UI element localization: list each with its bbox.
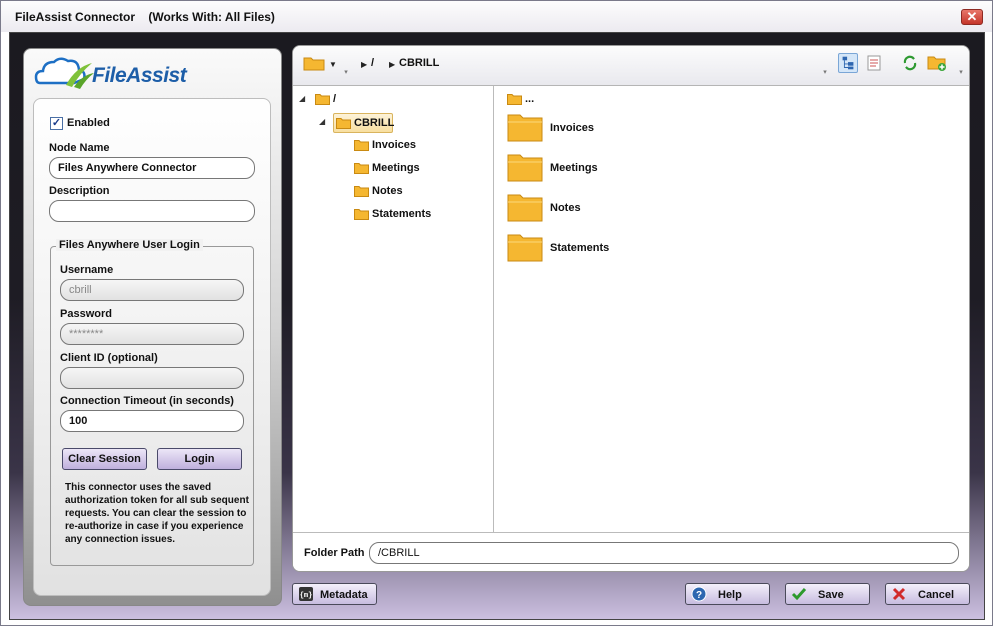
folder-icon xyxy=(315,94,330,105)
login-group-title: Files Anywhere User Login xyxy=(56,239,203,251)
folder-icon xyxy=(354,163,369,174)
close-button[interactable]: ✕ xyxy=(961,9,983,25)
help-icon: ? xyxy=(691,586,707,602)
cloud-logo-icon xyxy=(34,57,94,89)
node-name-field[interactable]: Files Anywhere Connector xyxy=(49,157,255,179)
folder-path-label: Folder Path xyxy=(304,547,365,559)
clear-session-button[interactable]: Clear Session xyxy=(62,448,147,470)
username-label: Username xyxy=(60,264,114,276)
tree-item-meetings[interactable]: Meetings xyxy=(354,159,464,179)
tree-view-icon[interactable] xyxy=(838,53,858,73)
tree-item-root[interactable]: / xyxy=(315,90,375,110)
timeout-label: Connection Timeout (in seconds) xyxy=(60,395,234,407)
tree-item-invoices[interactable]: Invoices xyxy=(354,136,464,156)
breadcrumb-root[interactable]: / xyxy=(371,57,374,69)
tree-item-label: / xyxy=(333,93,337,105)
folder-icon xyxy=(507,154,543,182)
folder-icon xyxy=(354,209,369,220)
collapse-cbrill-icon[interactable]: ◢ xyxy=(319,117,325,126)
tree-item-statements[interactable]: Statements xyxy=(354,205,464,225)
folder-icon xyxy=(507,194,543,222)
description-label: Description xyxy=(49,185,110,197)
breadcrumb-cbrill[interactable]: CBRILL xyxy=(399,57,439,69)
node-name-label: Node Name xyxy=(49,142,110,154)
tree-item-label: Invoices xyxy=(372,139,417,151)
list-item-statements[interactable]: Statements xyxy=(507,232,707,268)
list-item-label: Notes xyxy=(550,202,581,214)
tree-item-label: Notes xyxy=(372,185,403,197)
session-note: This connector uses the saved authorizat… xyxy=(65,482,249,545)
folder-menu-icon[interactable] xyxy=(303,55,325,71)
details-view-icon[interactable] xyxy=(864,53,884,73)
login-button[interactable]: Login xyxy=(157,448,242,470)
folder-icon xyxy=(507,114,543,142)
close-icon: ✕ xyxy=(966,9,978,24)
cancel-label: Cancel xyxy=(918,589,955,601)
browser-toolbar: ▼ ▾ ▶ / ▶ CBRILL ▾ ▾ xyxy=(293,46,969,86)
client-id-label: Client ID (optional) xyxy=(60,352,158,364)
window-title: FileAssist Connector (Works With: All Fi… xyxy=(15,10,275,24)
cancel-button[interactable]: Cancel xyxy=(885,583,970,605)
x-icon xyxy=(892,587,906,601)
description-field[interactable] xyxy=(49,200,255,222)
folder-path-bar: Folder Path /CBRILL xyxy=(293,532,969,571)
check-icon xyxy=(791,588,807,601)
file-browser: ▼ ▾ ▶ / ▶ CBRILL ▾ ▾ ◢ / ◢ CBRILL Invoic… xyxy=(292,45,970,572)
folder-contents: ... Invoices Meetings Notes Statements xyxy=(495,86,969,532)
list-item-label: Invoices xyxy=(550,122,595,134)
tree-item-cbrill[interactable]: CBRILL xyxy=(333,113,395,133)
folder-tree: ◢ / ◢ CBRILL Invoices Meetings Notes Sta… xyxy=(293,86,494,532)
title-bar: FileAssist Connector (Works With: All Fi… xyxy=(1,1,992,32)
enabled-checkbox[interactable]: ✓ xyxy=(50,117,63,130)
list-item-notes[interactable]: Notes xyxy=(507,192,707,228)
new-folder-icon[interactable] xyxy=(927,53,947,73)
tree-item-label: Meetings xyxy=(372,162,420,174)
folder-icon xyxy=(507,234,543,262)
save-button[interactable]: Save xyxy=(785,583,870,605)
chevron-down-icon[interactable]: ▼ xyxy=(329,60,337,69)
folder-icon xyxy=(336,118,351,129)
list-item-label: Meetings xyxy=(550,162,598,174)
collapse-root-icon[interactable]: ◢ xyxy=(299,94,305,103)
folder-icon xyxy=(354,140,369,151)
parent-folder-label: ... xyxy=(525,93,535,105)
breadcrumb-arrow-icon: ▶ xyxy=(389,60,396,69)
tree-item-label: Statements xyxy=(372,208,432,220)
save-label: Save xyxy=(818,589,844,601)
breadcrumb-arrow-icon: ▶ xyxy=(361,60,368,69)
enabled-label: Enabled xyxy=(67,117,110,129)
toolbar-grip-icon: ▾ xyxy=(344,69,348,76)
list-item-invoices[interactable]: Invoices xyxy=(507,112,707,148)
logo-text: FileAssist xyxy=(92,64,187,87)
list-item-label: Statements xyxy=(550,242,610,254)
help-button[interactable]: ? Help xyxy=(685,583,770,605)
refresh-icon[interactable] xyxy=(900,53,920,73)
folder-icon xyxy=(507,94,522,105)
list-item-meetings[interactable]: Meetings xyxy=(507,152,707,188)
folder-path-field[interactable]: /CBRILL xyxy=(369,542,959,564)
metadata-label: Metadata xyxy=(320,589,368,601)
svg-text:?: ? xyxy=(696,590,702,601)
client-id-field[interactable] xyxy=(60,367,244,389)
tree-item-label: CBRILL xyxy=(354,117,395,129)
metadata-icon: {m} xyxy=(299,587,313,601)
timeout-field[interactable]: 100 xyxy=(60,410,244,432)
svg-text:{m}: {m} xyxy=(300,592,313,600)
password-label: Password xyxy=(60,308,112,320)
folder-icon xyxy=(354,186,369,197)
help-label: Help xyxy=(718,589,742,601)
toolbar-grip-icon: ▾ xyxy=(959,69,963,76)
password-field[interactable]: ******** xyxy=(60,323,244,345)
fileassist-logo: FileAssist xyxy=(34,53,264,93)
list-item-parent[interactable]: ... xyxy=(507,90,567,110)
toolbar-grip-icon: ▾ xyxy=(823,69,827,76)
metadata-button[interactable]: {m} Metadata xyxy=(292,583,377,605)
username-field[interactable]: cbrill xyxy=(60,279,244,301)
tree-item-notes[interactable]: Notes xyxy=(354,182,464,202)
